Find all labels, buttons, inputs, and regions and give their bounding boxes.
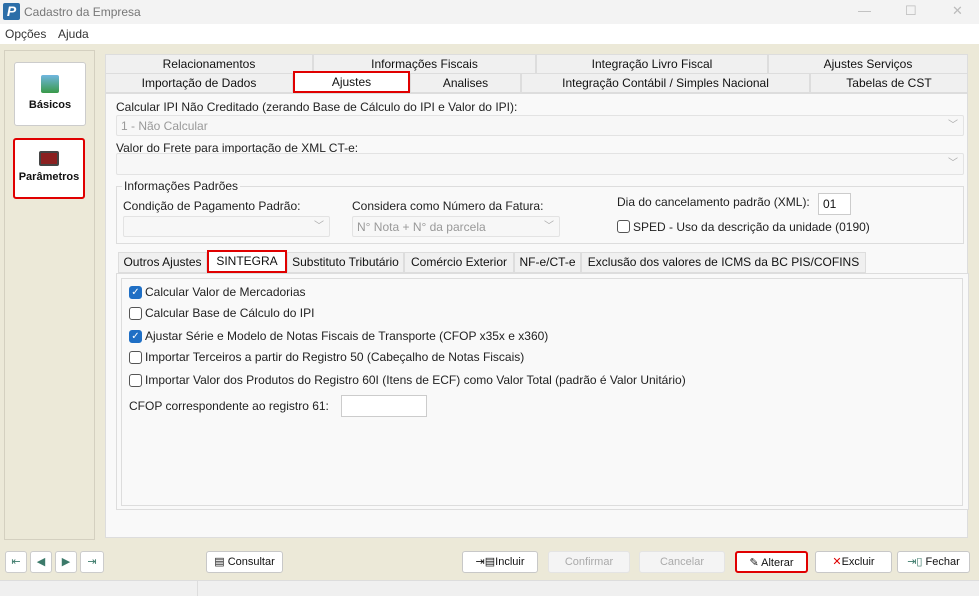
ipi-select[interactable]: 1 - Não Calcular ﹀ bbox=[116, 115, 964, 136]
sidebar-item-parametros[interactable]: Parâmetros bbox=[13, 138, 85, 199]
tab-exclusao-icms[interactable]: Exclusão dos valores de ICMS da BC PIS/C… bbox=[581, 252, 866, 273]
cancelar-button[interactable]: Cancelar bbox=[639, 551, 725, 573]
maximize-button[interactable]: ☐ bbox=[905, 3, 917, 19]
dia-cancelamento-label: Dia do cancelamento padrão (XML): bbox=[617, 195, 810, 209]
ipi-label: Calcular IPI Não Creditado (zerando Base… bbox=[116, 100, 518, 114]
cfop-input[interactable] bbox=[341, 395, 427, 417]
fatura-select[interactable]: N° Nota + N° da parcela ﹀ bbox=[352, 216, 560, 237]
group-title: Informações Padrões bbox=[122, 179, 241, 193]
parameters-icon bbox=[39, 151, 59, 166]
title-bar bbox=[0, 0, 979, 24]
consultar-button[interactable]: ▤ Consultar bbox=[206, 551, 283, 573]
status-divider bbox=[197, 581, 198, 596]
check-label: Calcular Base de Cálculo do IPI bbox=[145, 306, 315, 320]
basics-icon bbox=[41, 75, 59, 93]
tab-relacionamentos[interactable]: Relacionamentos bbox=[105, 54, 313, 74]
importar-valor-produtos-checkbox[interactable] bbox=[129, 374, 142, 387]
button-label: Fechar bbox=[925, 556, 960, 568]
tab-outros-ajustes[interactable]: Outros Ajustes bbox=[118, 252, 207, 273]
check-label: Calcular Valor de Mercadorias bbox=[145, 285, 306, 299]
sidebar-item-label: Parâmetros bbox=[18, 171, 80, 183]
tab-analises[interactable]: Analises bbox=[410, 73, 521, 93]
sidebar-item-label: Básicos bbox=[28, 99, 72, 111]
button-label: Consultar bbox=[227, 556, 275, 568]
cond-pagamento-select[interactable]: ﹀ bbox=[123, 216, 330, 237]
cfop-label: CFOP correspondente ao registro 61: bbox=[129, 399, 329, 413]
delete-icon: ✕ bbox=[832, 556, 842, 568]
app-logo-icon: P bbox=[3, 3, 20, 20]
importar-terceiros-checkbox[interactable] bbox=[129, 351, 142, 364]
tab-integracao-livro-fiscal[interactable]: Integração Livro Fiscal bbox=[536, 54, 768, 74]
window-title: Cadastro da Empresa bbox=[24, 5, 141, 19]
chevron-down-icon: ﹀ bbox=[948, 120, 958, 131]
list-icon: ▤ bbox=[214, 556, 228, 568]
previous-record-icon[interactable]: ◀ bbox=[30, 551, 52, 573]
confirmar-button[interactable]: Confirmar bbox=[548, 551, 630, 573]
fatura-value: N° Nota + N° da parcela bbox=[357, 220, 486, 234]
check-label: Ajustar Série e Modelo de Notas Fiscais … bbox=[145, 329, 549, 343]
ajustar-serie-checkbox[interactable]: ✓ bbox=[129, 330, 142, 343]
menu-bar bbox=[0, 24, 979, 44]
last-record-icon[interactable]: ⇥ bbox=[80, 551, 104, 573]
excluir-button[interactable]: ✕Excluir bbox=[815, 551, 892, 573]
chevron-down-icon: ﹀ bbox=[948, 158, 958, 169]
edit-icon: ✎ bbox=[749, 557, 762, 569]
tab-ajustes-servicos[interactable]: Ajustes Serviços bbox=[768, 54, 968, 74]
fechar-button[interactable]: ⇥▯ Fechar bbox=[897, 551, 970, 573]
status-bar bbox=[0, 580, 979, 596]
button-label: Incluir bbox=[495, 556, 525, 568]
next-record-icon[interactable]: ▶ bbox=[55, 551, 77, 573]
button-label: Alterar bbox=[761, 557, 794, 569]
close-button[interactable]: ✕ bbox=[952, 3, 963, 19]
minimize-button[interactable]: — bbox=[858, 3, 871, 18]
ipi-value: 1 - Não Calcular bbox=[121, 119, 208, 133]
incluir-button[interactable]: ⇥▤Incluir bbox=[462, 551, 538, 573]
dia-cancelamento-input[interactable]: 01 bbox=[818, 193, 851, 215]
chevron-down-icon: ﹀ bbox=[314, 221, 324, 232]
calcular-base-ipi-checkbox[interactable] bbox=[129, 307, 142, 320]
menu-opcoes[interactable]: Opções bbox=[5, 27, 46, 41]
button-label: Excluir bbox=[841, 556, 875, 568]
tab-sintegra[interactable]: SINTEGRA bbox=[207, 250, 287, 273]
check-label: Importar Valor dos Produtos do Registro … bbox=[145, 373, 686, 387]
sped-label: SPED - Uso da descrição da unidade (0190… bbox=[633, 220, 870, 234]
menu-ajuda[interactable]: Ajuda bbox=[58, 27, 89, 41]
chevron-down-icon: ﹀ bbox=[544, 221, 554, 232]
tab-integracao-contabil[interactable]: Integração Contábil / Simples Nacional bbox=[521, 73, 810, 93]
tab-substituto-tributario[interactable]: Substituto Tributário bbox=[287, 252, 404, 273]
check-label: Importar Terceiros a partir do Registro … bbox=[145, 350, 525, 364]
sidebar-item-basicos[interactable]: Básicos bbox=[14, 62, 86, 126]
tab-ajustes[interactable]: Ajustes bbox=[293, 71, 410, 93]
add-icon: ⇥▤ bbox=[475, 556, 496, 568]
tab-nfe-cte[interactable]: NF-e/CT-e bbox=[514, 252, 581, 273]
tab-importacao-dados[interactable]: Importação de Dados bbox=[105, 73, 293, 93]
frete-select[interactable]: ﹀ bbox=[116, 153, 964, 175]
alterar-button[interactable]: ✎ Alterar bbox=[735, 551, 808, 573]
tab-comercio-exterior[interactable]: Comércio Exterior bbox=[404, 252, 514, 273]
cond-pagamento-label: Condição de Pagamento Padrão: bbox=[123, 199, 301, 213]
exit-door-icon: ⇥▯ bbox=[907, 556, 926, 568]
tab-tabelas-cst[interactable]: Tabelas de CST bbox=[810, 73, 968, 93]
first-record-icon[interactable]: ⇤ bbox=[5, 551, 27, 573]
sped-checkbox[interactable] bbox=[617, 220, 630, 233]
calcular-mercadorias-checkbox[interactable]: ✓ bbox=[129, 286, 142, 299]
fatura-label: Considera como Número da Fatura: bbox=[352, 199, 544, 213]
